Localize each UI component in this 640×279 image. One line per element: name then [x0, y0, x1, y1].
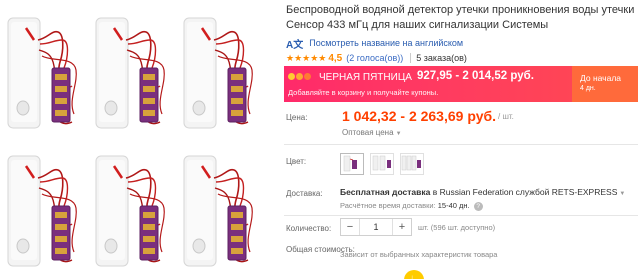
translate-link-label: Посмотреть название на английском [309, 38, 464, 48]
promo-dots-icon [288, 73, 312, 80]
product-image-3[interactable] [178, 10, 264, 138]
color-swatch-2[interactable] [370, 153, 394, 175]
color-swatch-1[interactable] [340, 153, 364, 175]
votes-link[interactable]: (2 голоса(ов)) [346, 53, 403, 63]
delivery-time: Расчётное время доставки: 15-40 дн. ? [340, 201, 483, 211]
wholesale-label: Оптовая цена [342, 128, 394, 137]
rating-value: 4,5 [328, 52, 343, 64]
shipping-label: Доставка: [286, 189, 323, 198]
product-image-5[interactable] [90, 148, 176, 276]
product-image-1[interactable] [2, 10, 88, 138]
product-image-4[interactable] [2, 148, 88, 276]
product-image-gallery [0, 0, 272, 279]
total-value: Зависит от выбранных характеристик товар… [340, 250, 498, 259]
promo-countdown: До начала 4 дн. [572, 66, 638, 102]
price-value: 1 042,32 - 2 263,69 руб. [342, 108, 497, 124]
price-label: Цена: [286, 113, 308, 122]
product-info-panel: Беспроводной водяной детектор утечки про… [280, 0, 640, 279]
promo-price: 927,95 - 2 014,52 руб. [417, 70, 534, 82]
wholesale-price-toggle[interactable]: Оптовая цена ▼ [342, 128, 402, 137]
promo-countdown-title: До начала [580, 73, 622, 83]
rating-row: ★★★★★ 4,5 (2 голоса(ов)) 5 заказа(ов) [286, 51, 467, 65]
divider [284, 144, 638, 145]
orders-count: 5 заказа(ов) [410, 53, 467, 63]
promo-countdown-days: 4 дн. [580, 85, 596, 92]
price-unit: / шт. [498, 112, 514, 121]
promo-title: ЧЕРНАЯ ПЯТНИЦА [319, 72, 412, 83]
quantity-label: Количество: [286, 224, 332, 233]
chevron-down-icon: ▼ [395, 131, 402, 137]
chevron-down-icon: ▼ [619, 191, 626, 197]
color-swatch-3[interactable] [400, 153, 424, 175]
quantity-decrease-button[interactable]: − [341, 219, 359, 235]
black-friday-banner[interactable]: ЧЕРНАЯ ПЯТНИЦА 927,95 - 2 014,52 руб. До… [284, 66, 638, 102]
divider [284, 215, 638, 216]
translate-title-link[interactable]: A文 Посмотреть название на английском [286, 36, 464, 51]
product-image-6[interactable] [178, 148, 264, 276]
delivery-time-value: 15-40 дн. [437, 201, 470, 210]
quantity-increase-button[interactable]: + [393, 219, 411, 235]
star-rating-icon: ★★★★★ [286, 52, 327, 63]
quantity-input[interactable]: 1 [359, 219, 393, 235]
free-shipping-text: Бесплатная доставка [340, 187, 431, 197]
help-icon[interactable]: ? [473, 201, 483, 211]
product-image-2[interactable] [90, 10, 176, 138]
product-title: Беспроводной водяной детектор утечки про… [286, 4, 635, 31]
delivery-time-label: Расчётное время доставки: [340, 201, 436, 210]
shipping-method-selector[interactable]: Бесплатная доставка в Russian Federation… [340, 187, 625, 197]
shipping-method-text: в Russian Federation службой RETS-EXPRES… [430, 187, 618, 197]
promo-subtitle: Добавляйте в корзину и получайте купоны. [288, 88, 439, 97]
translate-icon: A文 [286, 39, 304, 51]
color-label: Цвет: [286, 157, 307, 166]
quantity-stepper: − 1 + [340, 218, 412, 236]
color-swatches [340, 153, 430, 175]
quantity-available-note: шт. (596 шт. доступно) [418, 223, 496, 232]
